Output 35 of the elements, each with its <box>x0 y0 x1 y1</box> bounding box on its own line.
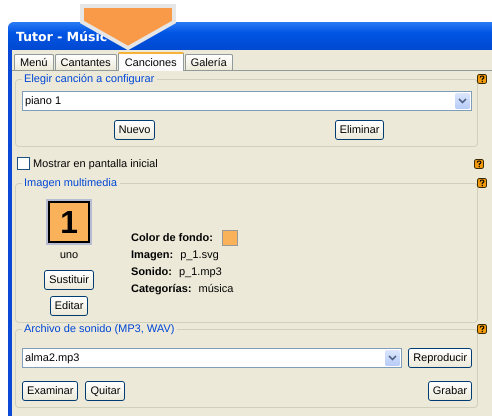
button[interactable]: Eliminar <box>334 120 384 140</box>
button[interactable]: Sustituir <box>44 270 94 290</box>
help-icon[interactable] <box>477 178 487 188</box>
chevron-down-icon <box>388 355 398 361</box>
button[interactable]: Examinar <box>22 381 78 401</box>
group-title: Elegir canción a configurar <box>22 73 158 85</box>
group-title: Imagen multimedia <box>22 177 120 189</box>
checkbox-label: Mostrar en pantalla inicial <box>33 158 159 170</box>
color-swatch[interactable] <box>222 230 238 246</box>
help-icon[interactable] <box>477 74 487 84</box>
button[interactable]: Reproducir <box>408 348 472 368</box>
image-tile: 1 <box>48 201 90 243</box>
property-label: Categorías: <box>131 283 192 295</box>
tab[interactable]: Menú <box>14 54 54 70</box>
group-title: Archivo de sonido (MP3, WAV) <box>22 323 178 335</box>
help-icon[interactable] <box>474 158 484 168</box>
dropdown-field[interactable]: piano 1 <box>22 91 472 111</box>
property-label: Color de fondo: <box>131 232 213 244</box>
tab[interactable]: Galería <box>184 54 233 70</box>
property-value: p_1.svg <box>180 249 219 261</box>
property-label: Imagen: <box>131 249 174 261</box>
tab[interactable]: Canciones <box>118 52 184 71</box>
button[interactable]: Nuevo <box>114 120 156 140</box>
property-value: música <box>198 283 234 295</box>
image-caption: uno <box>60 249 78 261</box>
property-label: Sonido: <box>131 266 172 278</box>
button[interactable]: Grabar <box>428 381 472 401</box>
dropdown-field[interactable]: alma2.mp3 <box>22 348 402 368</box>
chevron-down-icon <box>458 98 467 104</box>
button[interactable]: Editar <box>50 296 88 316</box>
button[interactable]: Quitar <box>85 381 126 401</box>
help-icon[interactable] <box>477 324 487 334</box>
tab[interactable]: Cantantes <box>54 54 117 70</box>
checkbox[interactable] <box>17 157 30 170</box>
property-value: p_1.mp3 <box>178 266 222 278</box>
